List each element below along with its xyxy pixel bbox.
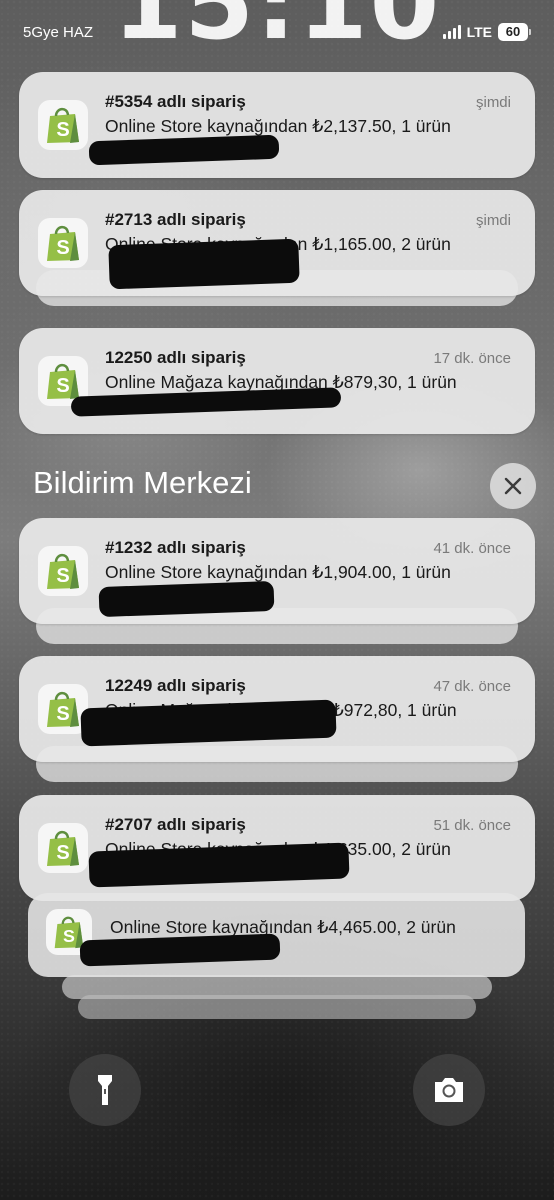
notification-body: Online Store kaynağından ₺4,465.00, 2 ür… xyxy=(110,917,456,937)
svg-text:S: S xyxy=(56,842,69,864)
redaction-scribble xyxy=(98,580,275,618)
redaction-scribble xyxy=(88,134,280,166)
notification-title: #1232 adlı sipariş xyxy=(105,538,246,557)
camera-button[interactable] xyxy=(413,1054,485,1126)
stacked-notification-card[interactable]: S Online Store kaynağından ₺4,465.00, 2 … xyxy=(28,893,525,977)
signal-icon xyxy=(442,25,461,39)
notification-title: #5354 adlı sipariş xyxy=(105,92,246,111)
redaction-scribble xyxy=(80,699,337,747)
notification-title: 12249 adlı sipariş xyxy=(105,676,246,695)
notification-time: 51 dk. önce xyxy=(433,817,511,834)
notification-time: 17 dk. önce xyxy=(433,350,511,367)
svg-text:S: S xyxy=(56,237,69,259)
svg-text:S: S xyxy=(56,565,69,587)
notification-card[interactable]: S #1232 adlı sipariş 41 dk. önce Online … xyxy=(19,518,535,624)
flashlight-button[interactable] xyxy=(69,1054,141,1126)
notification-card[interactable]: S #2707 adlı sipariş 51 dk. önce Online … xyxy=(19,795,535,901)
notification-body: Online Store kaynağından ₺1,904.00, 1 ür… xyxy=(105,562,451,582)
status-bar: 5Gye HAZ LTE 60 xyxy=(0,20,554,46)
svg-text:S: S xyxy=(56,703,69,725)
notification-time: 47 dk. önce xyxy=(433,678,511,695)
redaction-scribble xyxy=(79,933,281,967)
flashlight-icon xyxy=(98,1075,112,1105)
svg-text:S: S xyxy=(63,926,75,946)
notification-card[interactable]: S 12249 adlı sipariş 47 dk. önce Online … xyxy=(19,656,535,762)
notification-time: şimdi xyxy=(475,212,511,229)
notification-center-title: Bildirim Merkezi xyxy=(33,465,252,500)
notification-title: #2713 adlı sipariş xyxy=(105,210,246,229)
svg-text:S: S xyxy=(56,119,69,141)
carrier-name: 5Gye HAZ xyxy=(23,24,94,41)
notification-card[interactable]: S #2713 adlı sipariş şimdi Online Store … xyxy=(19,190,535,296)
notification-title: #2707 adlı sipariş xyxy=(105,815,246,834)
close-icon xyxy=(504,477,522,495)
notification-body: Online Store kaynağından ₺2,137.50, 1 ür… xyxy=(105,116,451,136)
notification-time: 41 dk. önce xyxy=(433,540,511,557)
shopify-bag-icon: S xyxy=(38,546,88,596)
notification-title: 12250 adlı sipariş xyxy=(105,348,246,367)
status-indicators: LTE 60 xyxy=(442,23,531,41)
notification-card[interactable]: S 12250 adlı sipariş 17 dk. önce Online … xyxy=(19,328,535,434)
shopify-bag-icon: S xyxy=(38,823,88,873)
redaction-scribble xyxy=(88,842,350,888)
redaction-scribble xyxy=(108,238,300,290)
shopify-bag-icon: S xyxy=(38,218,88,268)
close-button[interactable] xyxy=(490,463,536,509)
svg-text:S: S xyxy=(56,375,69,397)
shopify-bag-icon: S xyxy=(38,100,88,150)
notification-card[interactable]: S #5354 adlı sipariş şimdi Online Store … xyxy=(19,72,535,178)
stack-backplate xyxy=(78,995,476,1019)
notification-time: şimdi xyxy=(475,94,511,111)
network-type: LTE xyxy=(466,24,492,40)
battery-icon: 60 xyxy=(498,23,531,41)
camera-icon xyxy=(435,1078,463,1102)
